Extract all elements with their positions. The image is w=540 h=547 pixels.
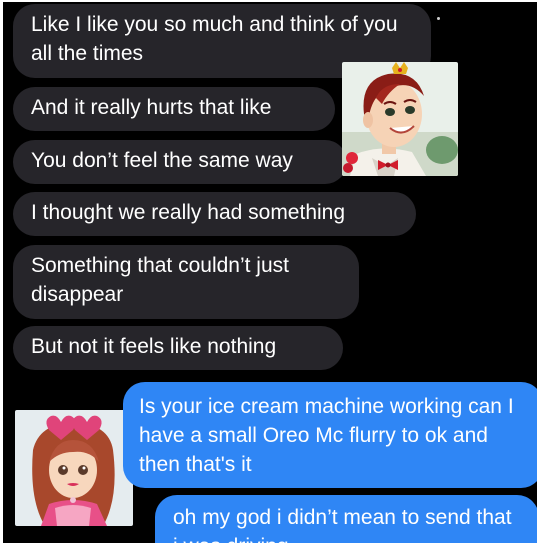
received-message-bubble[interactable]: But not it feels like nothing: [13, 326, 343, 370]
message-text: Like I like you so much and think of you…: [31, 13, 398, 65]
message-text: Is your ice cream machine working can I …: [139, 395, 514, 476]
status-dot: [437, 17, 440, 20]
received-message-bubble[interactable]: I thought we really had something: [13, 192, 416, 236]
message-text: Something that couldn’t just disappear: [31, 254, 289, 306]
received-message-bubble[interactable]: Something that couldn’t just disappear: [13, 245, 359, 319]
sent-message-bubble[interactable]: oh my god i didn’t mean to send that i w…: [155, 495, 537, 543]
message-thread: Like I like you so much and think of you…: [3, 2, 537, 543]
sent-message-bubble[interactable]: Is your ice cream machine working can I …: [123, 382, 537, 488]
message-text: I thought we really had something: [31, 201, 346, 224]
message-text: oh my god i didn’t mean to send that i w…: [173, 506, 512, 543]
princess-character-sticker-icon: [15, 410, 133, 526]
received-message-bubble[interactable]: And it really hurts that like: [13, 87, 335, 131]
message-text: And it really hurts that like: [31, 96, 272, 119]
received-message-bubble[interactable]: You don’t feel the same way: [13, 140, 347, 184]
prince-character-sticker-icon: [342, 62, 458, 176]
message-text: But not it feels like nothing: [31, 335, 277, 358]
message-text: You don’t feel the same way: [31, 149, 293, 172]
